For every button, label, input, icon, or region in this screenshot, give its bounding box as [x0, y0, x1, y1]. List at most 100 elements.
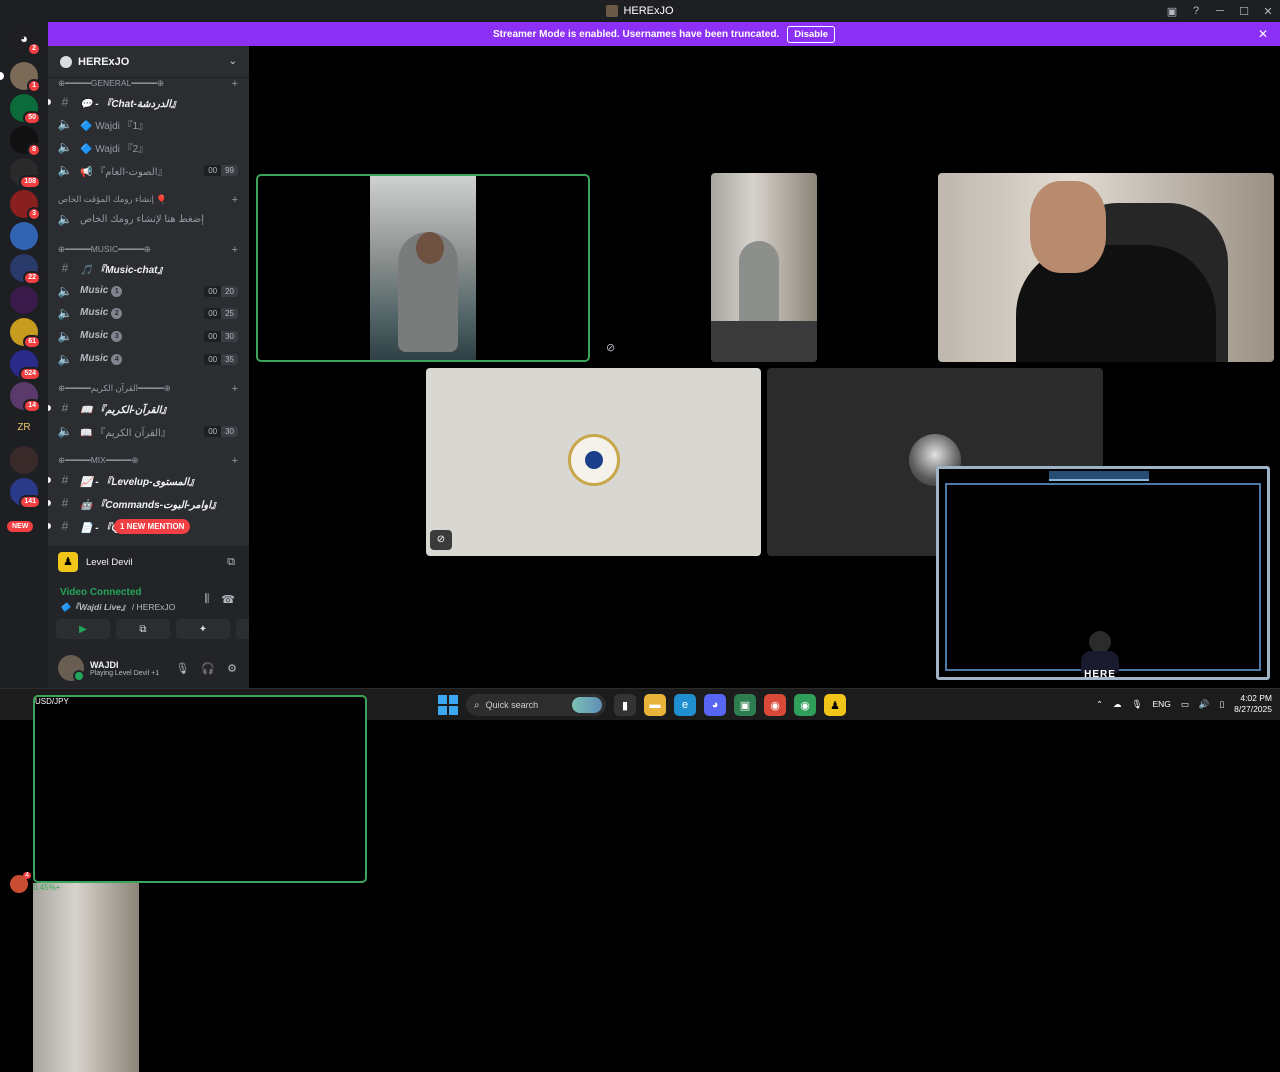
add-channel-icon[interactable]: + — [232, 194, 238, 206]
server-header[interactable]: HERExJO ⌄ — [48, 46, 249, 78]
home-button[interactable]: ◕ 2 — [10, 25, 41, 56]
discord-icon[interactable]: ◕ — [704, 694, 726, 716]
user-limit: 00 25 — [204, 307, 238, 319]
battery-icon[interactable]: ▯ — [1219, 699, 1224, 710]
channel-item[interactable]: # 💬 - 『Chat-الدردشة』 — [56, 92, 240, 112]
disable-button[interactable]: Disable — [787, 25, 835, 43]
channel-item[interactable]: # 🤖 『Commands-اوامر-البوت』 — [56, 493, 240, 513]
voice-status[interactable]: Video Connected — [60, 587, 142, 598]
server-icon[interactable]: ZR — [10, 414, 38, 442]
speaker-icon: 🔈 — [57, 424, 73, 438]
close-button[interactable]: ✕ — [1256, 5, 1280, 18]
channel-item[interactable]: # 🎵 『Music-chat』 — [56, 258, 240, 278]
server-icon[interactable]: 22 — [10, 254, 41, 285]
share-screen-button[interactable]: ⧉ — [116, 619, 170, 639]
server-icon[interactable]: 61 — [10, 318, 41, 349]
server-icon[interactable]: 141 — [10, 478, 41, 509]
channel-item[interactable]: 🔈 Music 4 00 35 — [56, 349, 240, 369]
category-temp[interactable]: إنشاء رومك المؤقت الخاص 🎈 + — [58, 194, 238, 206]
channel-item[interactable]: 🔈 📢 『الصوت-العام』 00 99 — [56, 160, 240, 180]
headphones-icon[interactable]: 🎧 — [201, 662, 215, 675]
channel-item[interactable]: 🔈 Music 3 00 30 — [56, 326, 240, 346]
camera-button[interactable]: ▶ — [56, 619, 110, 639]
maximize-button[interactable]: ☐ — [1232, 5, 1256, 18]
hide-video-icon[interactable]: ⊘ — [606, 341, 615, 354]
channel-item[interactable]: 🔈 📖 『القرآن الكريم』 00 30 — [56, 421, 240, 441]
onedrive-icon[interactable]: ☁ — [1113, 699, 1122, 710]
category-mix[interactable]: ⊕━━━━━MIX━━━━━⊕ + — [58, 455, 238, 467]
voice-connection-panel: Video Connected 🔷『Wajdi Live』 / HERExJO … — [48, 578, 290, 648]
close-banner-icon[interactable]: ✕ — [1258, 27, 1268, 41]
server-icon — [606, 5, 619, 17]
server-icon[interactable]: 14 — [10, 382, 41, 413]
category-general[interactable]: ⊕━━━━━GENERAL━━━━━⊕ + — [58, 78, 238, 90]
disconnect-icon[interactable]: ☎ — [221, 593, 235, 606]
game-icon: ♟ — [58, 552, 78, 572]
speaker-icon: 🔈 — [57, 352, 73, 366]
voice-participant-tile[interactable]: ⊘ — [426, 368, 761, 556]
chrome-icon[interactable]: ◉ — [794, 694, 816, 716]
voice-channel-info[interactable]: 🔷『Wajdi Live』 / HERExJO — [60, 601, 175, 613]
task-view-icon[interactable]: ▮ — [614, 694, 636, 716]
server-icon[interactable]: 524 — [10, 350, 41, 381]
level-devil-icon[interactable]: ♟ — [824, 694, 846, 716]
server-icon[interactable]: 1 — [10, 62, 41, 93]
server-icon[interactable] — [10, 286, 38, 314]
network-icon[interactable]: ▭ — [1181, 699, 1189, 710]
text-channel-icon: # — [61, 519, 69, 533]
file-explorer-icon[interactable]: ▬ — [644, 694, 666, 716]
text-channel-icon: # — [61, 261, 69, 275]
add-channel-icon[interactable]: + — [232, 78, 238, 90]
server-icon[interactable]: 8 — [10, 126, 41, 157]
channel-item[interactable]: 🔈 🔷 Wajdi 『1』 — [56, 114, 240, 134]
server-icon[interactable]: 108 — [10, 158, 41, 189]
microphone-icon[interactable]: 🎙 — [175, 662, 189, 675]
speaker-icon: 🔈 — [57, 329, 73, 343]
new-mention-pill[interactable]: 1 NEW MENTION — [114, 519, 191, 534]
start-button[interactable] — [438, 695, 458, 715]
user-limit: 00 35 — [204, 353, 238, 365]
channel-item[interactable]: 🔈 🔷 Wajdi 『2』 — [56, 137, 240, 157]
server-icon[interactable] — [10, 222, 38, 250]
add-channel-icon[interactable]: + — [232, 455, 238, 467]
channel-item[interactable]: 🔈 Music 2 00 25 — [56, 303, 240, 323]
chevron-up-icon[interactable]: ⌃ — [1096, 699, 1103, 710]
channel-item[interactable]: # 📈 - 『Levelup-المستوى』 — [56, 470, 240, 490]
chrome-icon[interactable]: ◉ — [764, 694, 786, 716]
channel-item[interactable]: 🔈 Music 1 00 20 — [56, 281, 240, 301]
category-quran[interactable]: ⊕━━━━━القرآن الكريم━━━━━⊕ + — [58, 383, 238, 395]
activity-button[interactable]: ✦ — [176, 619, 230, 639]
new-unreads-pill[interactable]: NEW — [7, 521, 34, 532]
avatar[interactable] — [58, 655, 85, 682]
taskbar-search[interactable]: ⌕ Quick search — [466, 694, 606, 716]
noise-suppression-icon[interactable]: ⫼ — [204, 593, 209, 606]
video-tile[interactable] — [938, 173, 1274, 362]
server-icon[interactable]: 50 — [10, 94, 41, 125]
help-icon[interactable]: ? — [1184, 5, 1208, 17]
category-music[interactable]: ⊕━━━━━MUSIC━━━━━⊕ + — [58, 244, 238, 256]
server-icon[interactable] — [10, 446, 38, 474]
chevron-down-icon[interactable]: ⌄ — [229, 56, 237, 67]
microphone-icon[interactable]: 🎙 — [1132, 699, 1143, 710]
activity-panel[interactable]: ♟ Level Devil ⧉ — [48, 546, 249, 578]
streamer-logo: HERE — [1075, 631, 1125, 683]
minimize-button[interactable]: ─ — [1208, 5, 1232, 17]
inbox-icon[interactable]: ▣ — [1160, 5, 1184, 18]
add-channel-icon[interactable]: + — [232, 383, 238, 395]
ticker-widget[interactable]: 4 USD/JPY 0.45%+ — [10, 695, 367, 1072]
language-indicator[interactable]: ENG — [1152, 699, 1170, 709]
flag-icon: 4 — [10, 871, 31, 893]
server-icon[interactable]: 3 — [10, 190, 41, 221]
add-channel-icon[interactable]: + — [232, 244, 238, 256]
server-name: HERExJO — [78, 55, 130, 68]
edge-icon[interactable]: e — [674, 694, 696, 716]
clock[interactable]: 4:02 PM 8/27/2025 — [1234, 693, 1272, 715]
volume-icon[interactable]: 🔊 — [1199, 699, 1210, 710]
gear-icon[interactable]: ⚙ — [227, 662, 237, 675]
screen-share-icon[interactable]: ⧉ — [227, 556, 235, 569]
channel-item[interactable]: 🔈 إضغط هنا لإنشاء رومك الخاص — [56, 209, 240, 229]
video-tile[interactable] — [256, 174, 590, 362]
video-tile[interactable] — [711, 173, 817, 362]
app-icon[interactable]: ▣ — [734, 694, 756, 716]
channel-item[interactable]: # 📖 『القرآن-الكريم』 — [56, 398, 240, 418]
